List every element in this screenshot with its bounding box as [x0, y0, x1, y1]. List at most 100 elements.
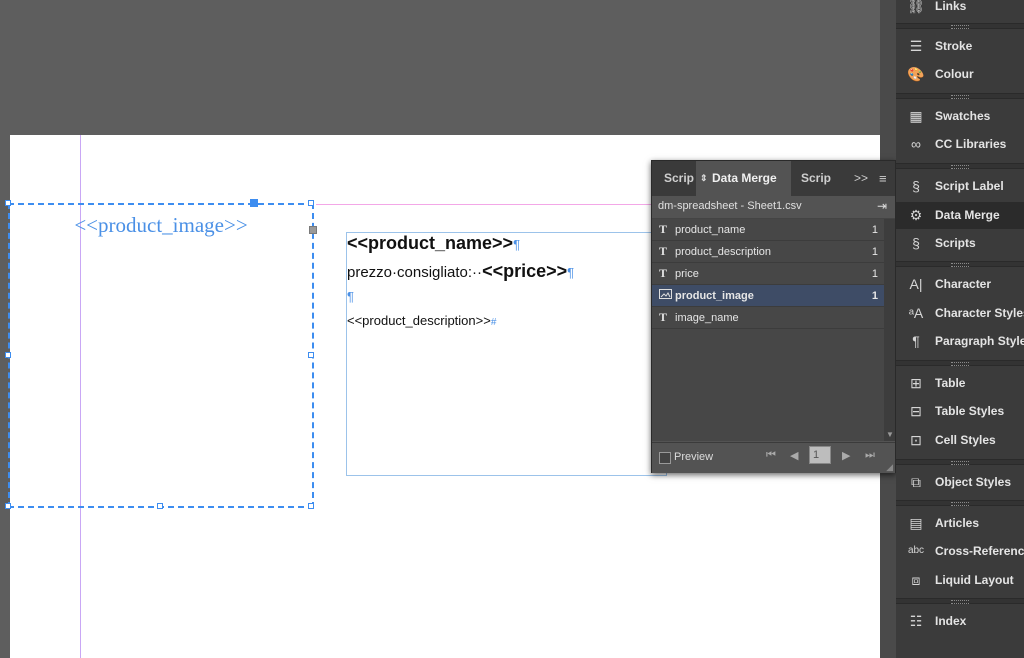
frame-handle-bottom-center[interactable] [157, 503, 163, 509]
first-record-icon[interactable]: ⏮ [766, 449, 776, 462]
dock-group-divider[interactable] [896, 500, 1024, 506]
dock-group-divider[interactable] [896, 598, 1024, 604]
next-record-icon[interactable]: ▶ [842, 449, 850, 462]
dock-item-label: Links [935, 0, 967, 13]
dock-item-label: Character Styles [935, 306, 1024, 320]
pilcrow-mark: ¶ [513, 237, 521, 252]
field-row-product-image[interactable]: product_image 1 [652, 285, 884, 307]
dock-item-cross-references[interactable]: abc Cross-References [896, 538, 1024, 565]
tab-data-merge[interactable]: ⇕ Data Merge [696, 161, 791, 196]
tab-scripts-left[interactable]: Scrip [664, 161, 694, 196]
image-field-icon [659, 288, 672, 303]
scripts-icon: § [912, 235, 920, 251]
cross-references-icon: abc [907, 545, 925, 556]
frame-handle-bottom-right[interactable] [308, 503, 314, 509]
dock-group-divider[interactable] [896, 163, 1024, 169]
field-name: image_name [675, 312, 739, 324]
index-icon: ☷ [909, 613, 923, 629]
horizontal-guide[interactable] [316, 204, 652, 205]
dock-group-divider[interactable] [896, 360, 1024, 366]
dock-item-label: Liquid Layout [935, 573, 1014, 587]
dock-item-scripts[interactable]: § Scripts [896, 230, 1024, 257]
scroll-down-arrow-icon[interactable]: ▼ [886, 430, 894, 439]
dock-item-table[interactable]: ⊞ Table [896, 370, 1024, 397]
description-line: <<product_description>># [347, 313, 496, 328]
dock-group-divider[interactable] [896, 459, 1024, 465]
frame-in-port[interactable] [309, 226, 317, 234]
dock-item-cell-styles[interactable]: ⊡ Cell Styles [896, 427, 1024, 454]
dock-group-divider[interactable] [896, 261, 1024, 267]
product-image-frame[interactable]: <<product_image>> [5, 199, 317, 509]
previous-record-icon[interactable]: ◀ [790, 449, 798, 462]
dock-item-label: Script Label [935, 179, 1004, 193]
character-styles-icon: ᵃA [908, 305, 924, 321]
field-name: product_name [675, 224, 746, 236]
end-of-story-mark: # [490, 317, 497, 328]
dock-item-label: Cross-References [935, 544, 1024, 558]
dock-item-links[interactable]: ⛓ Links [896, 0, 1024, 20]
dock-item-object-styles[interactable]: ⧉ Object Styles [896, 469, 1024, 496]
field-list-scrollbar[interactable]: ▼ [884, 219, 895, 441]
paragraph-styles-icon: ¶ [912, 333, 920, 349]
dock-item-label: Table [935, 376, 966, 390]
dock-item-character[interactable]: A| Character [896, 271, 1024, 298]
last-record-icon[interactable]: ⏭ [865, 449, 875, 462]
frame-handle-middle-left[interactable] [5, 352, 11, 358]
frame-handle-top-center[interactable] [250, 199, 258, 207]
field-row-price[interactable]: T price 1 [652, 263, 884, 285]
price-label: prezzo·consigliato:·· [347, 264, 483, 281]
dock-item-table-styles[interactable]: ⊟ Table Styles [896, 398, 1024, 425]
dock-item-liquid-layout[interactable]: ⧈ Liquid Layout [896, 567, 1024, 594]
frame-handle-bottom-left[interactable] [5, 503, 11, 509]
resize-grip-icon[interactable]: ◢ [886, 462, 893, 473]
field-name: product_description [675, 246, 772, 258]
preview-checkbox[interactable] [659, 452, 671, 464]
dock-item-paragraph-styles[interactable]: ¶ Paragraph Styles [896, 328, 1024, 355]
product-image-placeholder: <<product_image>> [74, 213, 248, 237]
dock-item-data-merge[interactable]: ⚙ Data Merge [896, 202, 1024, 229]
frame-handle-top-right[interactable] [308, 200, 314, 206]
frame-handle-middle-right[interactable] [308, 352, 314, 358]
character-icon: A| [909, 276, 923, 292]
text-field-icon: T [659, 222, 668, 236]
text-field-icon: T [659, 244, 668, 258]
dock-item-cc-libraries[interactable]: ∞ CC Libraries [896, 131, 1024, 158]
dock-item-swatches[interactable]: ▦ Swatches [896, 103, 1024, 130]
tab-collapse-arrows-icon[interactable]: ⇕ [700, 161, 708, 196]
swatches-icon: ▦ [909, 108, 923, 124]
data-merge-panel[interactable]: Scrip ⇕ Data Merge Scrip >> ≡ dm-spreads… [651, 160, 896, 473]
data-source-filename: dm-spreadsheet - Sheet1.csv [658, 200, 802, 212]
field-row-product-name[interactable]: T product_name 1 [652, 219, 884, 241]
cell-styles-icon: ⊡ [910, 432, 922, 448]
data-merge-icon: ⚙ [909, 207, 923, 223]
panel-menu-icon[interactable]: ≡ [879, 161, 887, 196]
dock-group-divider[interactable] [896, 23, 1024, 29]
dock-item-label: Stroke [935, 39, 973, 53]
dock-item-index[interactable]: ☷ Index [896, 608, 1024, 635]
dock-item-script-label[interactable]: § Script Label [896, 173, 1024, 200]
panel-dock: ⛓ Links ☰ Stroke 🎨 Colour ▦ Swatches ∞ C… [896, 0, 1024, 658]
table-styles-icon: ⊟ [910, 403, 922, 419]
product-text-frame[interactable]: <<product_name>>¶ prezzo·consigliato:··<… [346, 232, 667, 476]
dock-item-stroke[interactable]: ☰ Stroke [896, 33, 1024, 60]
dock-item-label: Table Styles [935, 404, 1005, 418]
dock-group-divider[interactable] [896, 93, 1024, 99]
dock-item-label: Articles [935, 516, 980, 530]
panel-tab-bar: Scrip ⇕ Data Merge Scrip >> ≡ [652, 161, 895, 196]
panel-footer: Preview ⏮ ◀ 1 ▶ ⏭ ◢ [652, 442, 895, 473]
dock-item-label: Swatches [935, 109, 991, 123]
tab-scripts-right[interactable]: Scrip [801, 161, 831, 196]
create-merged-document-icon[interactable]: ⇥ [877, 199, 887, 213]
stroke-icon: ☰ [909, 38, 923, 54]
dock-item-articles[interactable]: ▤ Articles [896, 510, 1024, 537]
dock-item-label: Scripts [935, 236, 976, 250]
preview-label: Preview [674, 451, 714, 463]
dock-item-label: Data Merge [935, 208, 1000, 222]
more-tabs-button[interactable]: >> [854, 161, 868, 196]
frame-handle-top-left[interactable] [5, 200, 11, 206]
field-row-product-description[interactable]: T product_description 1 [652, 241, 884, 263]
dock-item-colour[interactable]: 🎨 Colour [896, 61, 1024, 88]
dock-item-character-styles[interactable]: ᵃA Character Styles [896, 300, 1024, 327]
field-row-image-name[interactable]: T image_name [652, 307, 884, 329]
record-number-input[interactable]: 1 [809, 446, 831, 464]
